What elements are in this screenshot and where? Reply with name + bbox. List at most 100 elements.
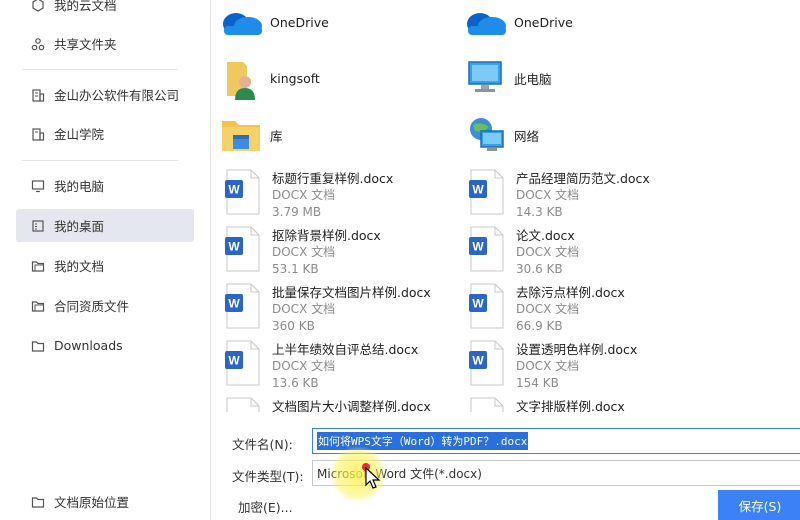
sidebar-item-label: 共享文件夹 — [54, 37, 117, 52]
file-item[interactable]: W 批量保存文档图片样例.docx DOCX 文档 360 KB — [220, 282, 460, 339]
file-item[interactable]: 文档图片大小调整样例.docx — [220, 396, 460, 412]
svg-text:W: W — [228, 297, 240, 311]
file-size: 14.3 KB — [516, 205, 563, 219]
pc-icon — [462, 56, 508, 100]
file-name: 设置透明色样例.docx — [516, 342, 638, 357]
sidebar-item-label: 文档原始位置 — [54, 495, 130, 510]
file-type: DOCX 文档 — [516, 359, 580, 373]
file-type: DOCX 文档 — [516, 188, 580, 202]
word-doc-icon: W — [220, 339, 266, 387]
word-doc-icon: W — [220, 225, 266, 273]
folder-icon — [30, 298, 46, 314]
sidebar-item-label: Downloads — [54, 338, 123, 353]
save-form: 文件名(N): 如何将WPS文字（Word）转为PDF？.docx 文件类型(T… — [212, 412, 800, 520]
file-item[interactable]: W 抠除背景样例.docx DOCX 文档 53.1 KB — [220, 225, 460, 282]
sidebar-item-downloads[interactable]: Downloads — [16, 329, 194, 362]
file-item[interactable]: W 论文.docx DOCX 文档 30.6 KB — [464, 225, 704, 282]
location-onedrive[interactable]: OneDrive — [462, 2, 573, 42]
file-type: DOCX 文档 — [272, 245, 336, 259]
file-type: DOCX 文档 — [272, 359, 336, 373]
sidebar-divider — [22, 69, 178, 70]
save-button[interactable]: 保存(S) — [718, 490, 800, 520]
location-onedrive[interactable]: OneDrive — [218, 2, 329, 42]
sidebar-item-shared-folder[interactable]: 共享文件夹 — [16, 27, 194, 60]
sidebar-item-company[interactable]: 金山办公软件有限公司 — [16, 78, 194, 111]
location-name: 此电脑 — [514, 71, 552, 87]
file-name: 上半年绩效自评总结.docx — [272, 342, 419, 357]
location-this-pc[interactable]: 此电脑 — [462, 58, 552, 98]
sidebar-item-cloud-docs[interactable]: 我的云文档 — [16, 0, 194, 21]
file-name: 文档图片大小调整样例.docx — [272, 399, 431, 412]
file-size: 360 KB — [272, 319, 315, 333]
filetype-label: 文件类型(T): — [232, 469, 304, 484]
filename-label: 文件名(N): — [232, 437, 293, 452]
file-name: 论文.docx — [516, 228, 575, 243]
file-size: 3.79 MB — [272, 205, 322, 219]
location-network[interactable]: 网络 — [462, 115, 539, 155]
sidebar-item-label: 我的电脑 — [54, 179, 105, 194]
user-icon — [218, 56, 264, 100]
word-doc-icon: W — [464, 339, 510, 387]
sidebar-item-original-location[interactable]: 文档原始位置 — [16, 485, 194, 518]
word-doc-icon — [464, 396, 510, 412]
file-name: 产品经理简历范文.docx — [516, 171, 650, 186]
file-type: DOCX 文档 — [272, 188, 336, 202]
cloud-doc-icon — [30, 0, 46, 13]
file-type: DOCX 文档 — [516, 245, 580, 259]
file-name: 去除污点样例.docx — [516, 285, 625, 300]
file-size: 66.9 KB — [516, 319, 563, 333]
file-size: 30.6 KB — [516, 262, 563, 276]
filename-input[interactable]: 如何将WPS文字（Word）转为PDF？.docx — [312, 428, 800, 454]
onedrive-icon — [462, 0, 508, 44]
word-doc-icon: W — [464, 168, 510, 216]
svg-text:W: W — [472, 354, 484, 368]
location-name: 网络 — [514, 128, 540, 144]
folder-icon — [30, 494, 46, 510]
location-name: OneDrive — [514, 14, 573, 30]
sidebar-item-my-computer[interactable]: 我的电脑 — [16, 169, 194, 202]
file-type: DOCX 文档 — [516, 302, 580, 316]
svg-text:W: W — [228, 183, 240, 197]
sidebar: 我的云文档 共享文件夹 金山办公软件有限公司 金山学院 我的电脑 我的桌面 我的… — [0, 0, 211, 520]
sidebar-item-label: 我的桌面 — [54, 219, 105, 234]
onedrive-icon — [218, 0, 264, 44]
academy-icon — [30, 126, 46, 142]
svg-text:W: W — [472, 297, 484, 311]
word-doc-icon: W — [220, 168, 266, 216]
sidebar-item-my-documents[interactable]: 我的文档 — [16, 249, 194, 282]
encrypt-link[interactable]: 加密(E)... — [238, 497, 293, 516]
sidebar-item-label: 金山学院 — [54, 127, 105, 142]
file-item[interactable]: W 产品经理简历范文.docx DOCX 文档 14.3 KB — [464, 168, 704, 225]
mouse-pointer-icon — [365, 467, 381, 489]
sidebar-item-my-desktop[interactable]: 我的桌面 — [16, 209, 194, 242]
file-name: 文字排版样例.docx — [516, 399, 625, 412]
computer-icon — [30, 178, 46, 194]
file-item[interactable]: W 标题行重复样例.docx DOCX 文档 3.79 MB — [220, 168, 460, 225]
location-name: 库 — [270, 128, 283, 144]
file-item[interactable]: W 上半年绩效自评总结.docx DOCX 文档 13.6 KB — [220, 339, 460, 396]
svg-text:W: W — [228, 240, 240, 254]
share-folder-icon — [30, 36, 46, 52]
file-size: 53.1 KB — [272, 262, 319, 276]
file-name: 批量保存文档图片样例.docx — [272, 285, 431, 300]
sidebar-item-academy[interactable]: 金山学院 — [16, 117, 194, 150]
folder-icon — [30, 338, 46, 354]
file-name: 标题行重复样例.docx — [272, 171, 394, 186]
sidebar-divider — [22, 160, 178, 161]
sidebar-item-label: 金山办公软件有限公司 — [54, 88, 180, 103]
word-doc-icon: W — [220, 282, 266, 330]
location-kingsoft[interactable]: kingsoft — [218, 56, 320, 100]
file-item[interactable]: W 设置透明色样例.docx DOCX 文档 154 KB — [464, 339, 704, 396]
word-doc-icon: W — [464, 282, 510, 330]
file-size: 154 KB — [516, 376, 559, 390]
desktop-icon — [30, 218, 46, 234]
svg-text:W: W — [228, 354, 240, 368]
sidebar-item-contracts[interactable]: 合同资质文件 — [16, 289, 194, 322]
location-name: kingsoft — [270, 70, 320, 86]
file-size: 13.6 KB — [272, 376, 319, 390]
file-item[interactable]: 文字排版样例.docx — [464, 396, 704, 412]
location-library[interactable]: 库 — [218, 115, 283, 155]
library-icon — [218, 113, 264, 157]
file-item[interactable]: W 去除污点样例.docx DOCX 文档 66.9 KB — [464, 282, 704, 339]
sidebar-item-label: 合同资质文件 — [54, 299, 130, 314]
